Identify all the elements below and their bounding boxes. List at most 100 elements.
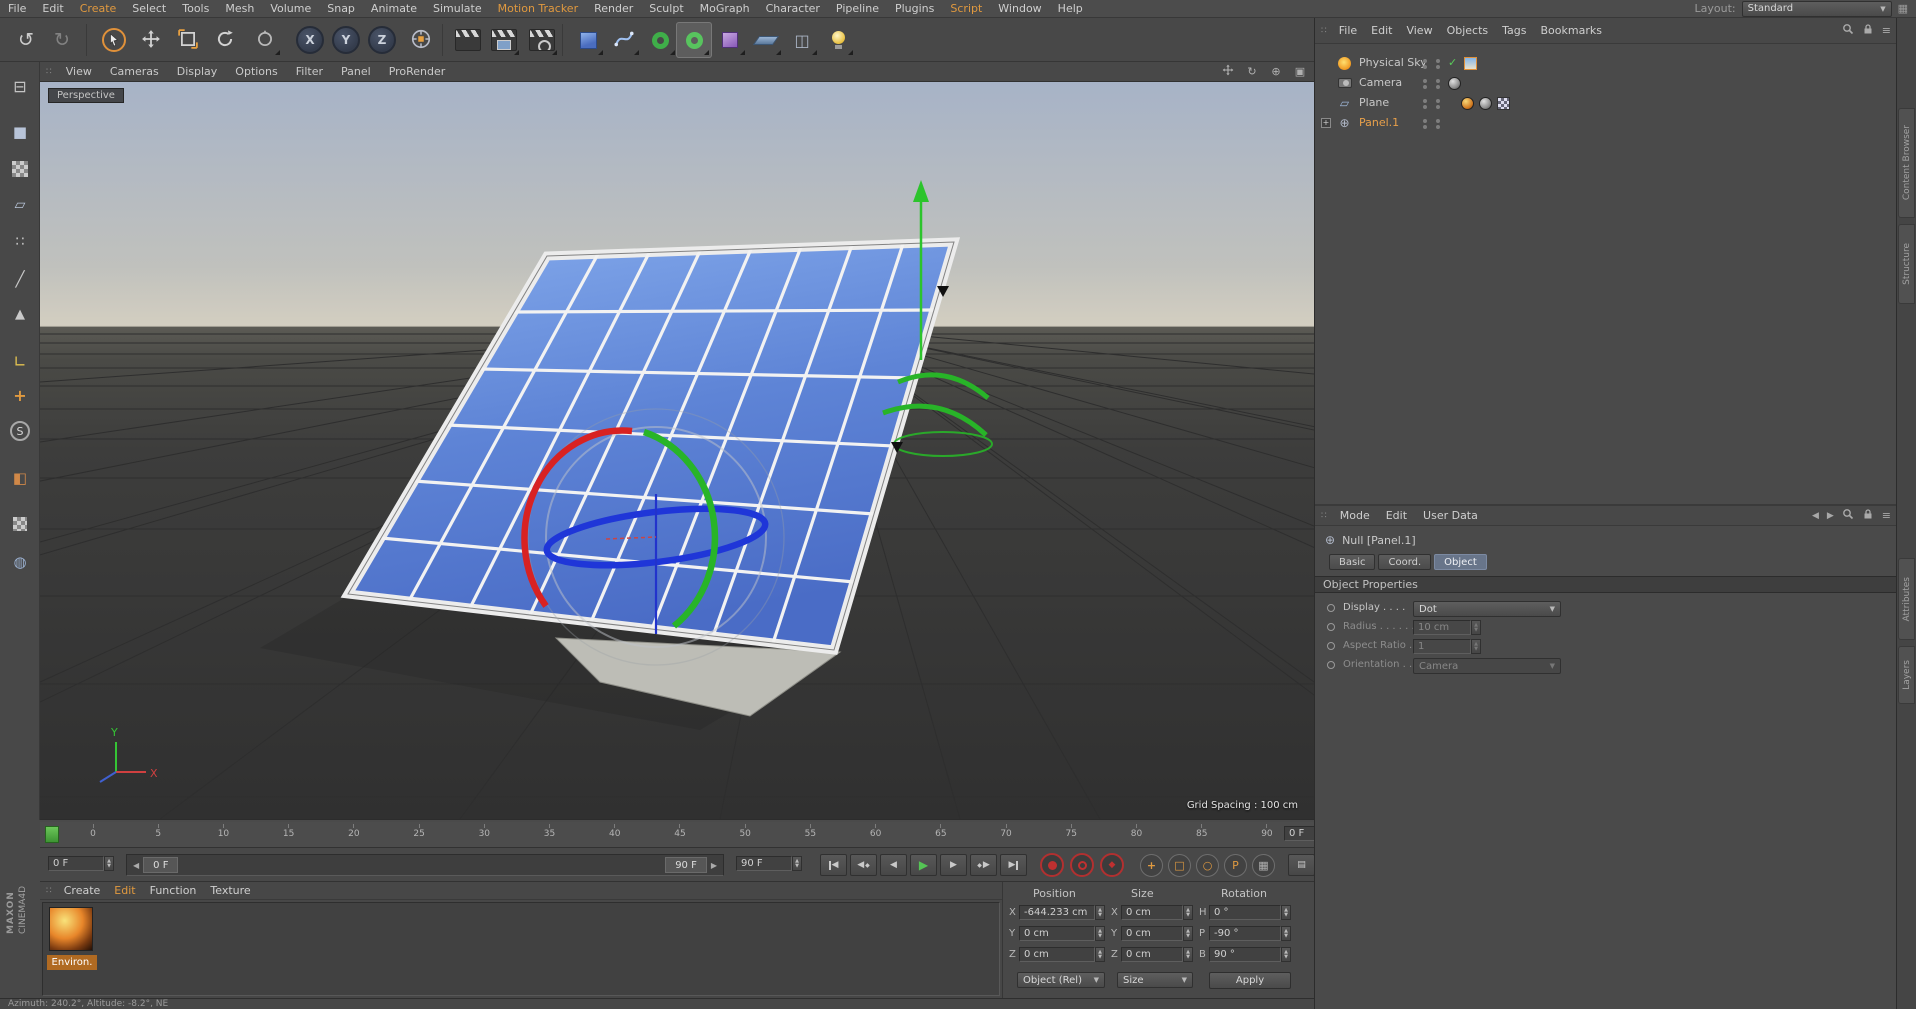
move-tool-button[interactable] [133,22,169,58]
end-frame-value[interactable]: 90 F [736,856,792,871]
menu-item[interactable]: Tools [174,0,217,17]
rotation-b-field[interactable]: 90 ° [1209,947,1281,962]
key-position-toggle[interactable]: + [1140,854,1163,877]
menu-item[interactable]: Mesh [217,0,262,17]
current-frame-value[interactable]: 0 F [48,856,104,871]
range-right-arrow-icon[interactable]: ▶ [707,861,721,870]
pan-view-icon[interactable] [1220,64,1236,79]
position-y-stepper[interactable]: ▲ ▼ [1095,926,1105,941]
range-start-handle[interactable]: ◀ 0 F [129,857,179,873]
coordinate-mode-select[interactable]: Object (Rel) ▼ [1017,972,1105,988]
menu-item[interactable]: Help [1050,0,1091,17]
cube-primitive-button[interactable] [570,22,606,58]
play-button[interactable]: ▶ [910,854,937,876]
animation-toggle-icon[interactable] [1327,623,1335,631]
paint-button[interactable]: ◧ [2,461,38,495]
attribute-menu-item[interactable]: Edit [1378,507,1415,524]
camera-tag-icon[interactable] [1448,77,1461,90]
zoom-view-icon[interactable]: ⊕ [1268,65,1284,78]
tab-attributes[interactable]: Attributes [1898,558,1915,640]
render-picture-viewer-button[interactable] [486,22,522,58]
object-row[interactable]: ▱ Plane [1315,94,1897,112]
timeline-mode-button[interactable]: ▤ [1288,854,1315,876]
object-name[interactable]: Physical Sky [1359,56,1427,69]
menu-item[interactable]: Window [990,0,1049,17]
menu-item[interactable]: File [0,0,34,17]
current-frame-field[interactable]: 0 F ▲ ▼ [48,856,114,871]
size-x-stepper[interactable]: ▲ ▼ [1183,905,1193,920]
deformer-button[interactable] [712,22,748,58]
render-settings-button[interactable] [524,22,560,58]
attribute-tab[interactable]: Coord. [1378,554,1432,570]
position-z-stepper[interactable]: ▲ ▼ [1095,947,1105,962]
position-y-field[interactable]: 0 cm [1019,926,1095,941]
phong-tag-icon[interactable] [1479,97,1492,110]
animation-toggle-icon[interactable] [1327,604,1335,612]
material-menu-item[interactable]: Edit [107,882,142,899]
current-frame-marker[interactable] [45,826,59,843]
y-axis-lock-button[interactable]: Y [328,22,364,58]
sky-tag-icon[interactable] [1464,57,1477,70]
next-key-button[interactable]: ◆ ▶ [970,854,997,876]
menu-item[interactable]: Edit [34,0,71,17]
menu-item[interactable]: MoGraph [692,0,758,17]
tab-content-browser[interactable]: Content Browser [1898,108,1915,218]
material-list[interactable]: Environ. [42,902,1000,996]
menu-item[interactable]: Select [124,0,174,17]
panel-handle-icon[interactable]: ∷ [46,67,53,77]
menu-item[interactable]: Volume [262,0,319,17]
rotation-h-stepper[interactable]: ▲ ▼ [1281,905,1291,920]
object-manager-menu-item[interactable]: File [1332,22,1364,39]
display-select[interactable]: Dot ▼ [1413,601,1561,617]
floor-environment-button[interactable] [748,22,784,58]
snap-button[interactable]: S [2,414,38,448]
viewport-menu-item[interactable]: Display [168,65,227,78]
goto-start-button[interactable]: ◀ [820,854,847,876]
editor-visibility-dots[interactable] [1423,119,1427,123]
prev-key-button[interactable]: ◀ ◆ [850,854,877,876]
viewport-menu-item[interactable]: Filter [287,65,332,78]
camera-stage-button[interactable]: ◫ [784,22,820,58]
animation-toggle-icon[interactable] [1327,661,1335,669]
rotation-p-field[interactable]: -90 ° [1209,926,1281,941]
workplane-mode-button[interactable]: ▱ [2,188,38,222]
position-x-field[interactable]: -644.233 cm [1019,905,1095,920]
tab-structure[interactable]: Structure [1898,224,1915,304]
keyframe-selection-button[interactable]: ◆ [1100,853,1124,877]
toggle-panel-icon[interactable]: ▣ [1292,65,1308,78]
history-forward-icon[interactable]: ▶ [1827,511,1834,521]
model-mode-button[interactable]: ■ [2,115,38,149]
generator-button[interactable] [676,22,712,58]
viewport-menu-item[interactable]: Panel [332,65,380,78]
layout-select[interactable]: Standard ▼ [1741,0,1892,17]
menu-item[interactable]: Snap [319,0,363,17]
live-selection-tool-button[interactable] [96,22,132,58]
uvw-tag-icon[interactable] [1497,97,1510,110]
tab-layers[interactable]: Layers [1898,646,1915,704]
attribute-tab[interactable]: Basic [1329,554,1376,570]
lock-icon[interactable] [1862,23,1874,38]
object-manager-menu-item[interactable]: Tags [1495,22,1533,39]
material-thumbnail[interactable] [49,907,93,951]
menu-icon[interactable]: ≡ [1882,24,1891,37]
menu-item[interactable]: Animate [363,0,425,17]
menu-item[interactable]: Script [942,0,990,17]
light-button[interactable] [820,22,856,58]
goto-end-button[interactable]: ▶ [1000,854,1027,876]
render-visibility-dots[interactable] [1436,59,1440,63]
size-y-stepper[interactable]: ▲ ▼ [1183,926,1193,941]
material-menu-item[interactable]: Function [143,882,204,899]
scale-tool-button[interactable] [170,22,206,58]
end-frame-field[interactable]: 90 F ▲ ▼ [736,856,802,871]
render-visibility-dots[interactable] [1436,79,1440,83]
object-list[interactable]: Physical Sky ✓ Camera ▱ Plane + ⊕ Panel.… [1315,44,1897,504]
object-name[interactable]: Camera [1359,76,1402,89]
axis-ruler-button[interactable]: ∟ [2,344,38,378]
editor-visibility-dots[interactable] [1423,99,1427,103]
texture-mode-button[interactable] [2,152,38,186]
search-icon[interactable] [1842,508,1854,523]
z-axis-lock-button[interactable]: Z [364,22,400,58]
redo-button[interactable]: ↻ [44,22,80,58]
apply-button[interactable]: Apply [1209,972,1291,989]
rotate-view-icon[interactable]: ↻ [1244,65,1260,78]
